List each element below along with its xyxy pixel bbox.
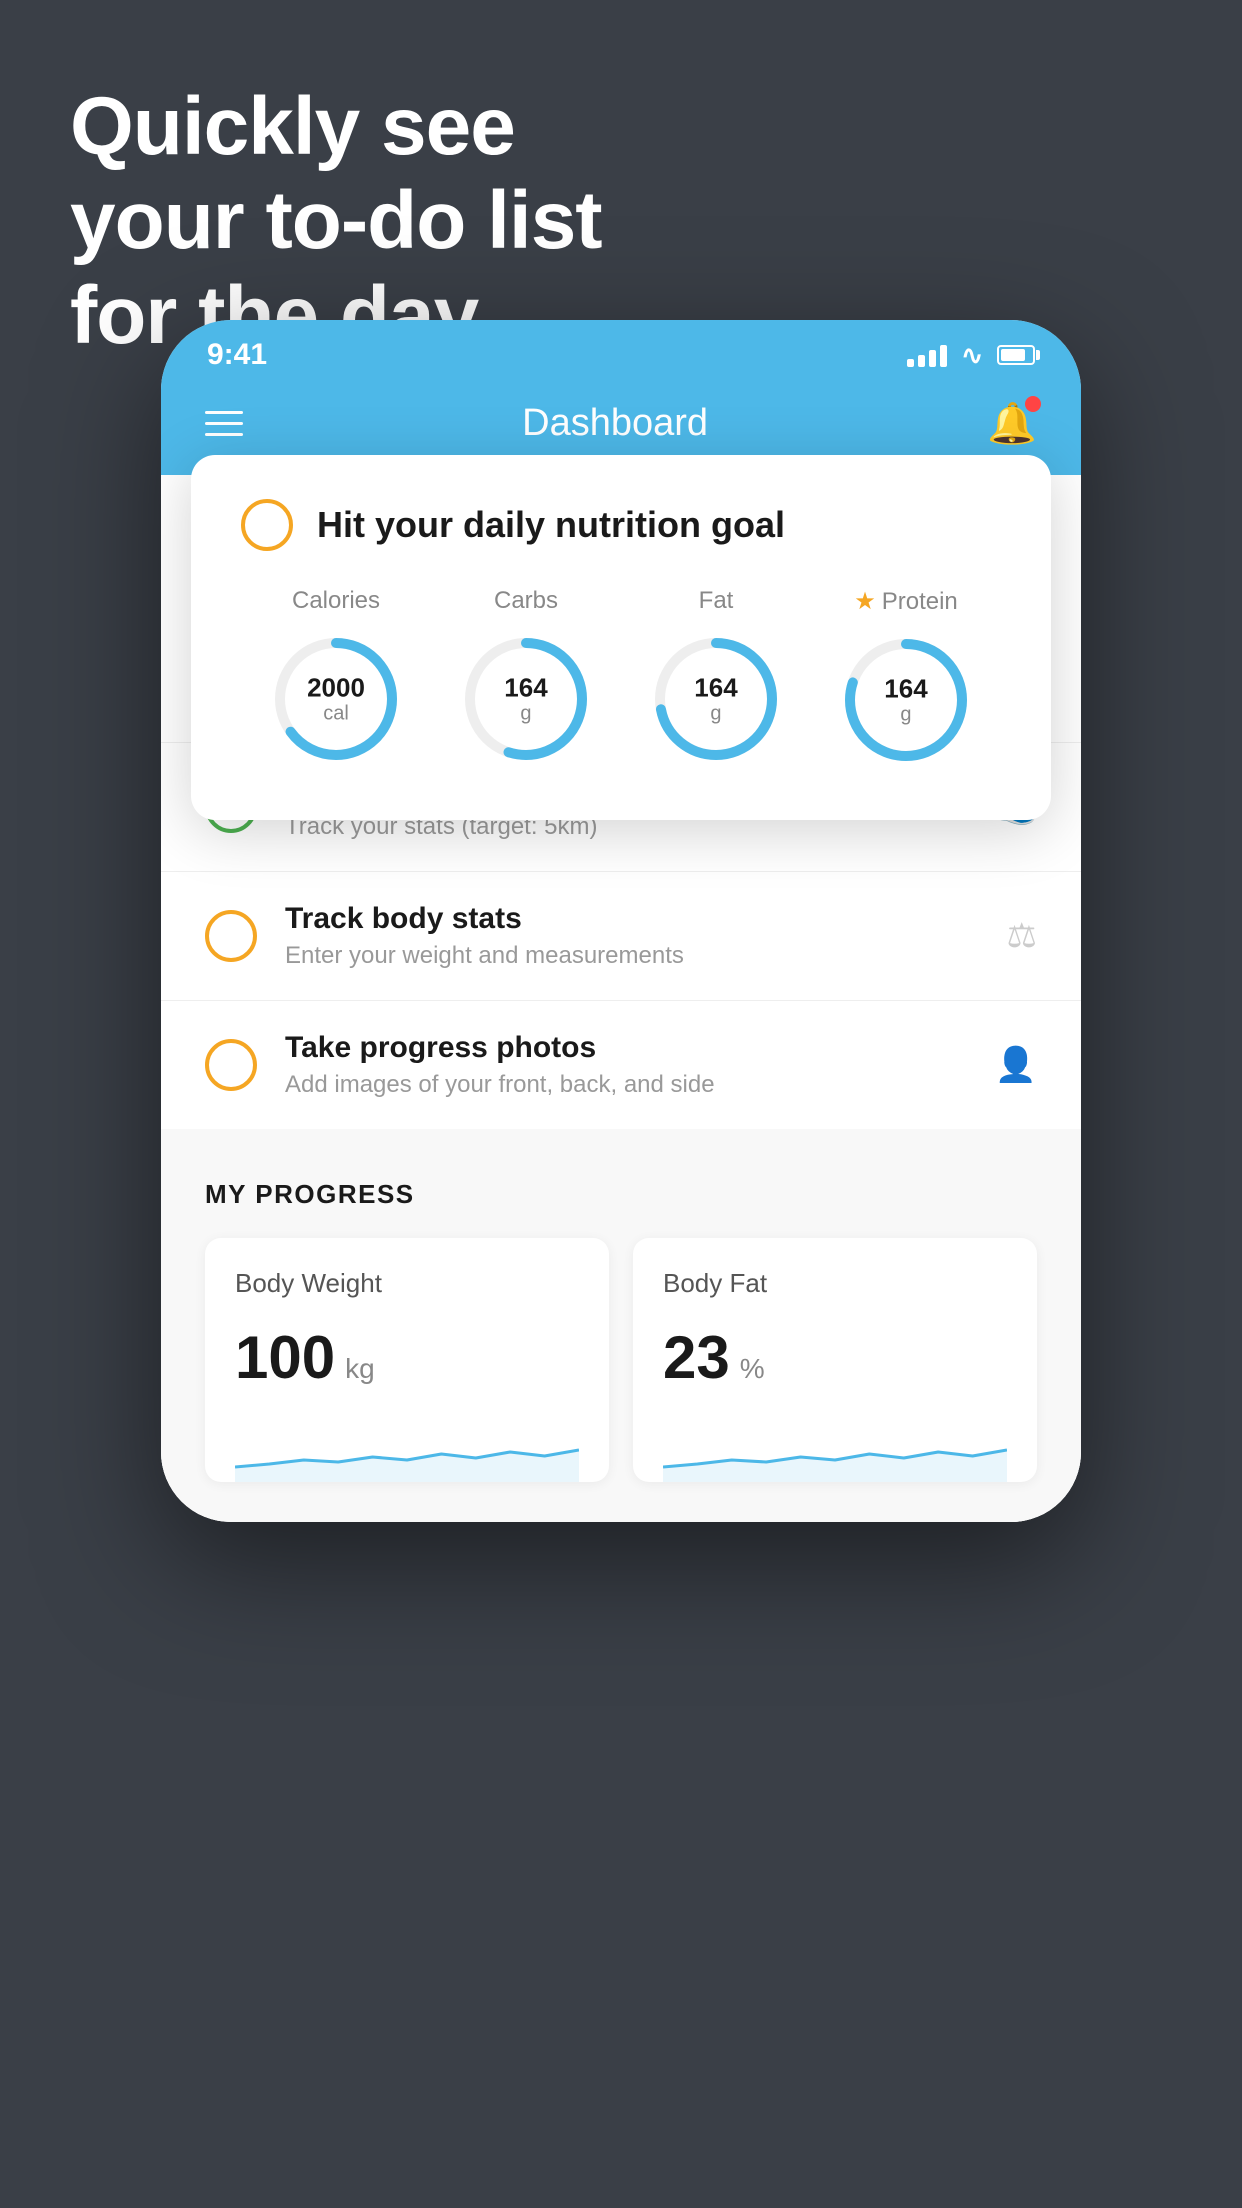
circle-value-0: 2000cal	[307, 674, 365, 725]
nav-title: Dashboard	[522, 402, 708, 445]
circle-chart-2: 164g	[646, 629, 786, 769]
mini-chart-1	[663, 1422, 1007, 1482]
time: 9:41	[207, 338, 267, 372]
progress-header: MY PROGRESS	[205, 1179, 1037, 1210]
progress-unit-0: kg	[345, 1353, 375, 1385]
menu-button[interactable]	[205, 411, 243, 436]
nutrition-label-3: ★ Protein	[854, 587, 958, 616]
todo-text-2: Take progress photos Add images of your …	[285, 1031, 967, 1099]
notification-button[interactable]: 🔔	[987, 400, 1037, 447]
progress-section: MY PROGRESS Body Weight 100 kg Body Fat …	[161, 1129, 1081, 1522]
progress-card-1[interactable]: Body Fat 23 %	[633, 1238, 1037, 1482]
progress-number-1: 23	[663, 1323, 730, 1392]
nutrition-item-calories: Calories 2000cal	[266, 587, 406, 769]
circle-chart-0: 2000cal	[266, 629, 406, 769]
nutrition-card[interactable]: Hit your daily nutrition goal Calories 2…	[191, 455, 1051, 820]
nutrition-title: Hit your daily nutrition goal	[317, 504, 785, 546]
progress-value-0: 100 kg	[235, 1323, 579, 1392]
circle-value-3: 164g	[884, 675, 927, 726]
nutrition-item-protein: ★ Protein 164g	[836, 587, 976, 770]
nutrition-item-fat: Fat 164g	[646, 587, 786, 769]
nutrition-row: Calories 2000cal Carbs	[241, 587, 1001, 770]
status-bar: 9:41 ∿	[161, 320, 1081, 382]
hero-line1: Quickly see	[70, 80, 602, 174]
todo-icon-scale: ⚖	[1007, 916, 1037, 956]
star-icon: ★	[854, 587, 876, 616]
nutrition-label-0: Calories	[292, 587, 380, 615]
progress-cards: Body Weight 100 kg Body Fat 23 %	[205, 1238, 1037, 1482]
todo-icon-person: 👤	[995, 1045, 1037, 1085]
phone: 9:41 ∿ Dashboard 🔔	[161, 320, 1081, 1522]
todo-subtitle-2: Add images of your front, back, and side	[285, 1071, 967, 1099]
phone-wrapper: 9:41 ∿ Dashboard 🔔	[161, 320, 1081, 1522]
todo-text-1: Track body stats Enter your weight and m…	[285, 902, 979, 970]
todo-title-1: Track body stats	[285, 902, 979, 936]
circle-value-1: 164g	[504, 674, 547, 725]
todo-subtitle-1: Enter your weight and measurements	[285, 942, 979, 970]
progress-card-0[interactable]: Body Weight 100 kg	[205, 1238, 609, 1482]
nutrition-check-circle	[241, 499, 293, 551]
battery-icon	[997, 345, 1035, 365]
circle-value-2: 164g	[694, 674, 737, 725]
nutrition-label-2: Fat	[699, 587, 734, 615]
phone-content: THINGS TO DO TODAY Hit your daily nutrit…	[161, 475, 1081, 1522]
todo-item-photos[interactable]: Take progress photos Add images of your …	[161, 1000, 1081, 1129]
todo-item-body-stats[interactable]: Track body stats Enter your weight and m…	[161, 871, 1081, 1000]
progress-unit-1: %	[740, 1353, 765, 1385]
progress-card-title-1: Body Fat	[663, 1268, 1007, 1299]
nutrition-card-header: Hit your daily nutrition goal	[241, 499, 1001, 551]
todo-title-2: Take progress photos	[285, 1031, 967, 1065]
progress-value-1: 23 %	[663, 1323, 1007, 1392]
todo-circle-1	[205, 910, 257, 962]
nutrition-label-1: Carbs	[494, 587, 558, 615]
circle-chart-3: 164g	[836, 630, 976, 770]
signal-icon	[907, 343, 947, 367]
progress-card-title-0: Body Weight	[235, 1268, 579, 1299]
progress-number-0: 100	[235, 1323, 335, 1392]
nutrition-item-carbs: Carbs 164g	[456, 587, 596, 769]
todo-circle-2	[205, 1039, 257, 1091]
notification-badge	[1025, 396, 1041, 412]
circle-chart-1: 164g	[456, 629, 596, 769]
hero-line2: your to-do list	[70, 174, 602, 268]
status-icons: ∿	[907, 340, 1035, 371]
mini-chart-0	[235, 1422, 579, 1482]
wifi-icon: ∿	[961, 340, 983, 371]
